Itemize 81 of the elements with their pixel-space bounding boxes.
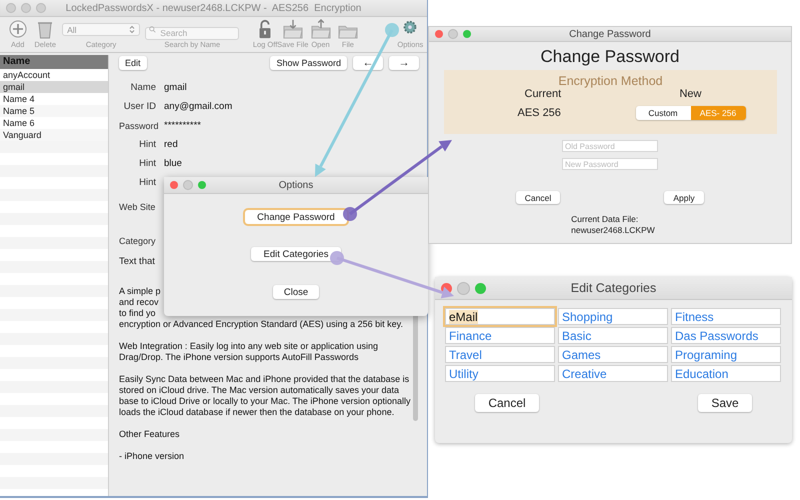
notes-text: and recov	[119, 297, 160, 308]
panel-title: Encryption Method	[558, 74, 663, 88]
field-value: red	[164, 139, 178, 150]
minimize-button[interactable]	[448, 29, 458, 39]
segment-button[interactable]: AES- 256	[690, 106, 746, 120]
field-label: Hint	[138, 139, 156, 150]
forward-button[interactable]: →	[389, 56, 419, 70]
notes-text: Easily Sync Data between Mac and iPhone provided that the database is stored on iCloud drive. The Mac version automatically saves your data base to iCloud Drive or locally to your Mac. The iPhone version optionally loads the iCloud database if newer then the database on your phone.	[119, 374, 411, 418]
minimize-button[interactable]	[457, 282, 470, 294]
show-password-button[interactable]: Show Password	[270, 56, 347, 70]
cancel-button[interactable]: Cancel	[475, 394, 539, 412]
search-icon	[149, 26, 156, 33]
field-label: Web Site	[119, 202, 156, 212]
search-field[interactable]: Search	[145, 26, 240, 40]
category-field[interactable]: eMail	[445, 308, 555, 325]
dialog-button[interactable]: Edit Categories	[251, 247, 341, 261]
file-label: Current Data File:	[571, 214, 640, 225]
category-dropdown[interactable]: All	[62, 23, 140, 36]
category-field[interactable]: Fitness	[671, 308, 781, 325]
file-name: newuser2468.LCKPW	[571, 225, 655, 236]
field-label: Password	[119, 120, 156, 130]
notes-text: Web Integration : Easily log into any web site or application using Drag/Drop. The iPhone version supports AutoFill Passwords	[119, 341, 379, 363]
edit-button[interactable]: Edit	[119, 56, 147, 70]
column-label: Current	[524, 88, 562, 100]
field-label: Hint	[138, 177, 156, 188]
dialog-heading: Change Password	[540, 47, 680, 67]
cancel-button[interactable]: Cancel	[516, 191, 560, 204]
notes-text: A simple p	[119, 286, 162, 297]
category-field[interactable]: Basic	[558, 327, 668, 344]
notes-text: to find yo	[119, 308, 157, 319]
folder-arrow-up-icon	[310, 19, 332, 39]
segment-button[interactable]: Custom	[636, 106, 690, 120]
zoom-button[interactable]	[36, 3, 46, 13]
window-title: Change Password	[569, 28, 651, 40]
notes-text: encryption or Advanced Encryption Standard (AES) using a 256 bit key.	[119, 319, 404, 330]
field-label: Category	[119, 236, 157, 246]
category-field[interactable]: Games	[558, 346, 668, 363]
category-field[interactable]: Programing	[671, 346, 781, 363]
window-title: LockedPasswordsX - newuser2468.LCKPW - AES256 Encryption	[66, 2, 362, 14]
folder-arrow-down-icon	[282, 19, 304, 39]
zoom-button[interactable]	[463, 30, 471, 38]
window-title: Options	[278, 180, 314, 190]
notes-text: - iPhone version	[119, 451, 186, 462]
close-button[interactable]	[6, 3, 16, 13]
category-field[interactable]: Creative	[558, 365, 668, 382]
current-method: AES 256	[516, 107, 561, 119]
minimize-button[interactable]	[183, 180, 193, 190]
dialog-button[interactable]: Change Password	[245, 210, 347, 224]
field-value: any@gmail.com	[164, 101, 232, 112]
category-field[interactable]: Travel	[445, 346, 555, 363]
column-label: New	[679, 88, 702, 100]
field-value: gmail	[164, 82, 187, 93]
sidebar-item[interactable]: Vanguard	[0, 129, 108, 141]
field-label: Name	[130, 82, 156, 93]
notes-text: Other Features	[119, 429, 181, 440]
save-button[interactable]: Save	[698, 394, 752, 412]
add-icon	[6, 19, 29, 39]
close-button[interactable]	[435, 30, 443, 38]
field-value: **********	[164, 120, 201, 131]
window-title: Edit Categories	[570, 281, 656, 295]
password-field[interactable]: Old Password	[562, 140, 658, 152]
category-field[interactable]: Education	[671, 365, 781, 382]
updown-icon	[129, 25, 136, 34]
category-field[interactable]: Shopping	[558, 308, 668, 325]
sidebar-item[interactable]: gmail	[0, 81, 108, 93]
zoom-button[interactable]	[475, 282, 486, 294]
dialog-button[interactable]: Close	[273, 285, 319, 299]
notes-text: Text that	[119, 256, 156, 267]
sidebar-item[interactable]: Name 5	[0, 105, 108, 117]
close-button[interactable]	[170, 181, 178, 189]
zoom-button[interactable]	[198, 181, 206, 189]
category-field[interactable]: Finance	[445, 327, 555, 344]
field-label: User ID	[122, 101, 156, 112]
minimize-button[interactable]	[21, 3, 31, 13]
apply-button[interactable]: Apply	[664, 191, 704, 204]
field-label: Hint	[138, 158, 156, 169]
category-field[interactable]: Utility	[445, 365, 555, 382]
field-value: blue	[164, 158, 182, 169]
column-header[interactable]: Name	[0, 55, 108, 69]
password-field[interactable]: New Password	[562, 158, 658, 170]
category-field[interactable]: Das Passwords	[671, 327, 781, 344]
